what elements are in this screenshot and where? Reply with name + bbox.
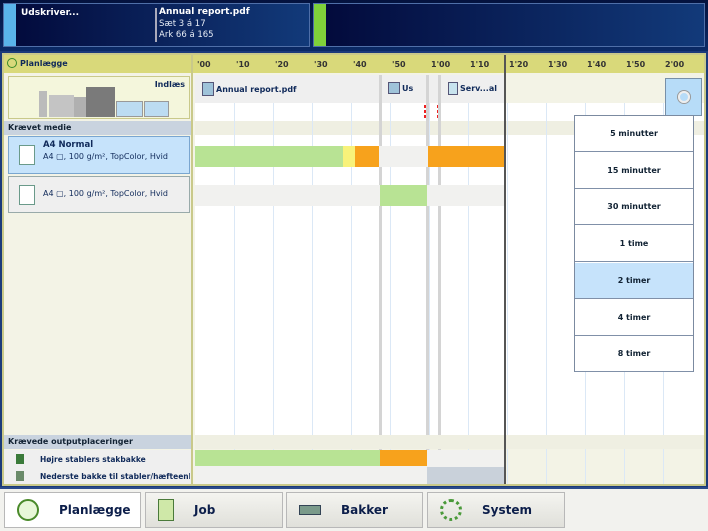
document-icon xyxy=(158,499,174,521)
time-tick: '10 xyxy=(236,60,250,69)
current-time-line xyxy=(504,55,506,484)
media-icon xyxy=(19,145,35,165)
zoom-menu: 5 minutter15 minutter30 minutter1 time2 … xyxy=(574,115,694,372)
time-tick: 1'50 xyxy=(626,60,645,69)
clock-icon xyxy=(7,58,17,68)
zoom-option[interactable]: 5 minutter xyxy=(575,116,693,152)
job-boundary xyxy=(379,75,382,484)
media-bar-needed xyxy=(428,146,504,167)
tab-job[interactable]: Job xyxy=(145,492,283,528)
zoom-option[interactable]: 8 timer xyxy=(575,336,693,372)
status-indicator xyxy=(4,4,16,46)
column-divider xyxy=(191,55,193,484)
zoom-option[interactable]: 1 time xyxy=(575,226,693,262)
media-bar-printing xyxy=(380,185,427,206)
output-bar xyxy=(195,450,380,466)
divider xyxy=(155,8,157,42)
job-item[interactable]: Us xyxy=(388,82,413,94)
job-name: Annual report.pdf xyxy=(159,7,250,17)
printer-configuration[interactable]: Indlæs xyxy=(8,76,190,119)
required-media-header: Krævet medie xyxy=(4,121,191,135)
time-tick: '40 xyxy=(353,60,367,69)
time-tick: 2'00 xyxy=(665,60,684,69)
job-boundary xyxy=(426,75,429,484)
magnifier-icon xyxy=(678,91,690,103)
stacker-icon xyxy=(16,471,24,481)
status-bar: Udskriver... Annual report.pdf Sæt 3 á 1… xyxy=(0,0,708,51)
tab-system[interactable]: System xyxy=(427,492,565,528)
time-tick: '20 xyxy=(275,60,289,69)
job-item[interactable]: Annual report.pdf xyxy=(202,82,297,96)
tray-icon xyxy=(299,505,321,515)
printer-status: Udskriver... xyxy=(21,8,79,18)
clock-icon xyxy=(17,499,39,521)
tab-planlaegge[interactable]: Planlægge xyxy=(4,492,141,528)
grid-line xyxy=(507,103,508,484)
media-bar-printing xyxy=(195,146,343,167)
media-icon xyxy=(19,185,35,205)
time-tick: 1'20 xyxy=(509,60,528,69)
schedule-title: Planlægge xyxy=(20,59,68,68)
time-tick: '50 xyxy=(392,60,406,69)
output-bar xyxy=(427,467,504,484)
output-location[interactable]: Højre stablers stakbakke xyxy=(40,455,146,464)
print-job-icon xyxy=(388,82,400,94)
gears-icon xyxy=(440,499,462,521)
sheet-progress: Ark 66 á 165 xyxy=(159,30,214,40)
time-tick: '00 xyxy=(197,60,211,69)
print-job-icon xyxy=(202,82,214,96)
status-indicator xyxy=(314,4,326,46)
media-bar-needed xyxy=(355,146,379,167)
media-item[interactable]: A4 ▢, 100 g/m², TopColor, Hvid xyxy=(8,176,190,213)
media-item-selected[interactable]: A4 Normal A4 ▢, 100 g/m², TopColor, Hvid xyxy=(8,136,190,174)
time-tick: 1'40 xyxy=(587,60,606,69)
media-bar-warning xyxy=(343,146,355,167)
output-location[interactable]: Nederste bakke til stabler/hæfteenhed xyxy=(40,472,190,481)
time-tick: 1'30 xyxy=(548,60,567,69)
stacker-icon xyxy=(16,454,24,464)
zoom-option[interactable]: 15 minutter xyxy=(575,153,693,189)
zoom-option[interactable]: 4 timer xyxy=(575,300,693,336)
time-tick: '30 xyxy=(314,60,328,69)
zoom-option[interactable]: 2 timer xyxy=(575,263,693,299)
secondary-status-panel[interactable] xyxy=(313,3,705,47)
output-bar xyxy=(380,450,427,466)
job-item[interactable]: Serv...al xyxy=(448,82,497,95)
required-output-header: Krævede outputplaceringer xyxy=(4,435,191,449)
printer-status-panel[interactable]: Udskriver... Annual report.pdf Sæt 3 á 1… xyxy=(3,3,310,47)
zoom-button[interactable] xyxy=(665,78,702,116)
set-progress: Sæt 3 á 17 xyxy=(159,19,206,29)
zoom-option[interactable]: 30 minutter xyxy=(575,189,693,225)
printer-image xyxy=(39,87,169,117)
job-boundary xyxy=(438,75,441,484)
tab-bakker[interactable]: Bakker xyxy=(286,492,423,528)
time-tick: 1'00 xyxy=(431,60,450,69)
document-icon xyxy=(448,82,458,95)
time-tick: 1'10 xyxy=(470,60,489,69)
grid-line xyxy=(546,103,547,484)
